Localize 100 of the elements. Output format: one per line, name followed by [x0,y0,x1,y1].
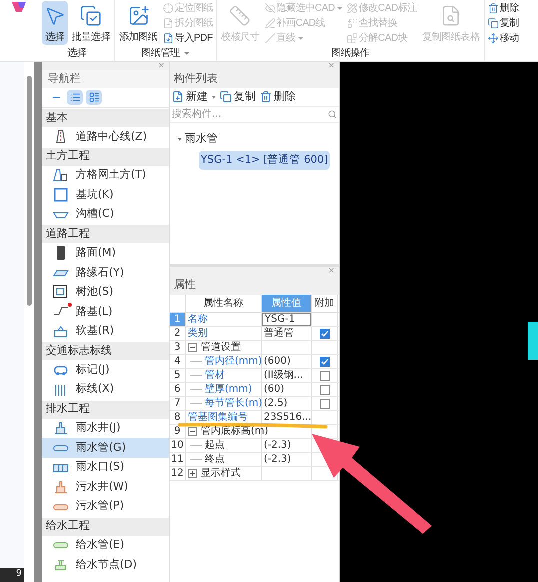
group-label: 图纸管理 [142,47,180,61]
row-number: 8 [170,411,186,424]
new-file-icon [172,91,184,103]
status-text: 9 [16,568,22,582]
property-name: 管材 [205,370,225,382]
panel-title: 构件列表 [170,70,339,88]
trapezoid-icon [52,167,70,184]
toolbar-button[interactable]: 导入PDF [162,31,214,46]
nav-item[interactable]: 雨水井(J) [42,418,169,438]
property-name: 显示样式 [201,468,241,480]
property-value[interactable]: (60) [262,384,287,396]
view-toggle[interactable] [86,90,102,105]
property-name: 壁厚(mm) [205,384,252,396]
nav-item[interactable]: 污水管(P) [42,496,169,516]
property-name: 管基图集编号 [188,412,248,424]
nav-item[interactable]: 路面(M) [42,243,169,263]
property-name: 管道设置 [201,342,241,354]
nav-item[interactable]: 标线(X) [42,380,169,400]
blocks-icon [346,33,358,44]
nav-item[interactable]: 道路中心线(Z) [42,127,169,147]
toolbar-button[interactable]: 删除 [486,1,520,16]
nav-item[interactable]: 给水管(E) [42,536,169,556]
row-number: 2 [170,327,186,340]
nav-item[interactable]: 路缘石(Y) [42,262,169,283]
panel-title: 导航栏 [42,70,169,88]
expand-icon[interactable] [188,469,197,478]
property-value[interactable]: (2.5) [262,398,290,410]
move-icon [488,33,499,44]
nav-item[interactable]: 方格网土方(T) [42,166,169,186]
nav-item[interactable]: 基坑(K) [42,185,169,205]
caret-icon [298,37,304,40]
property-value[interactable]: 23S516... [262,412,314,424]
copy-icon [220,91,232,103]
toolbar-button[interactable]: 选择 [42,1,68,45]
check-icon [320,358,328,366]
property-name: 起点 [205,440,225,452]
property-value[interactable]: (-2.3) [262,454,294,466]
toolbar-button[interactable]: 添加图纸 [117,1,160,45]
property-value[interactable]: 普通管 [262,328,296,340]
toolbar-button[interactable]: 批量选择 [70,1,112,45]
property-value[interactable]: (600) [262,356,293,368]
row-number: 12 [170,467,186,480]
nav-item[interactable]: 给水节点(D) [42,555,169,575]
property-value[interactable]: YSG-1 [262,313,311,326]
toolbar-button[interactable]: 移动 [486,31,520,46]
property-name: 管内径(mm) [205,356,262,368]
tree-node[interactable]: 雨水管 [178,131,339,148]
toolbar-button[interactable]: 删除 [260,88,296,106]
checkbox[interactable] [320,384,330,394]
nav-item[interactable]: 沟槽(C) [42,204,169,224]
nav-item[interactable]: 树池(S) [42,282,169,302]
caret-icon[interactable] [184,52,190,55]
toolbar-button[interactable]: 新建 [172,88,216,106]
group-label: 图纸操作 [331,47,370,61]
row-number: 11 [170,453,186,466]
ruler-icon [229,5,252,27]
tree-node[interactable]: YSG-1 <1> [普通管 600] [199,150,330,170]
pencil-ruler-icon [346,3,358,14]
layout-list-icon [88,92,100,103]
scrollbar[interactable] [26,76,32,306]
copy-icon [488,18,499,29]
toolbar-button[interactable]: 复制 [486,16,520,31]
toolbar-button[interactable]: 复制 [220,88,256,106]
copy-check-icon [80,5,102,27]
frame-icon [52,284,70,300]
checkbox[interactable] [320,370,330,380]
collapse-icon[interactable] [188,427,197,436]
crosshair-icon [162,3,174,14]
checkbox[interactable] [320,328,330,338]
column-header[interactable]: 附加 [312,295,338,312]
trash-icon [488,3,499,14]
section-header: 土方工程 [42,148,169,166]
pen-icon [264,18,276,29]
checkbox[interactable] [320,356,330,366]
row-number: 1 [170,313,186,326]
collapse-icon[interactable] [188,343,197,352]
row-number: 7 [170,397,186,410]
search-field[interactable]: 搜索构件... [172,107,328,122]
property-name: 类别 [188,328,208,340]
group-label: 选择 [68,46,87,61]
nav-item[interactable]: 路基(L) [42,302,169,322]
property-name: 终点 [205,454,225,466]
basket-icon [52,324,70,340]
pointer-icon [44,5,66,27]
nav-item[interactable]: 污水井(W) [42,477,169,497]
nav-item[interactable]: 雨水口(S) [42,458,169,478]
nav-item[interactable]: 标记(J) [42,360,169,380]
well-icon [52,479,70,496]
section-header: 给水工程 [42,518,169,536]
section-header: 排水工程 [42,400,169,419]
view-toggle[interactable] [67,90,83,105]
property-value[interactable]: (II级钢... [262,370,306,382]
property-value[interactable]: (-2.3) [262,440,294,452]
section-header: 基本 [42,109,169,127]
checkbox[interactable] [320,398,330,408]
row-number: 5 [170,369,186,382]
cad-shape [528,322,538,360]
caret-icon [212,96,216,98]
nav-item[interactable]: 软基(R) [42,322,169,342]
nav-item[interactable]: 雨水管(G) [42,438,169,458]
